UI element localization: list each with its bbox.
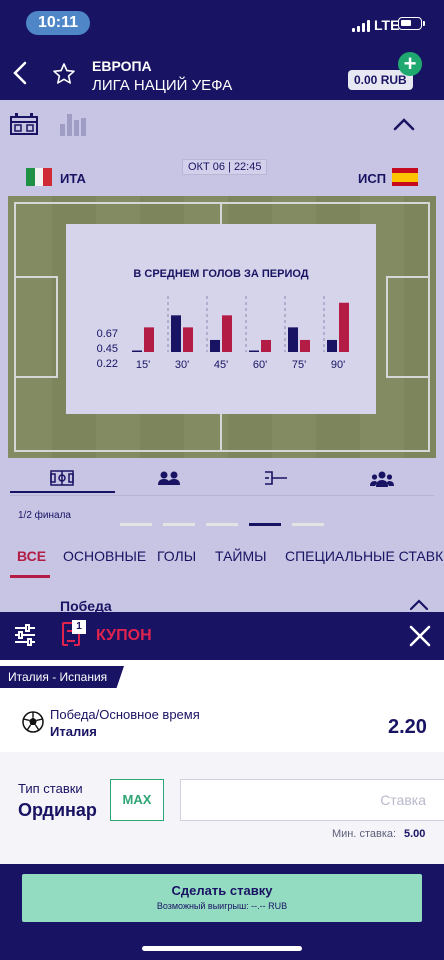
chart-bar xyxy=(288,327,298,352)
place-bet-label: Сделать ставку xyxy=(171,883,273,898)
max-stake-button[interactable]: MAX xyxy=(110,779,164,821)
bet-type-value[interactable]: Ординар xyxy=(18,800,97,821)
chart-bar xyxy=(261,339,271,352)
bet-outcome: Победа/Основное время xyxy=(50,707,200,722)
tab-halves[interactable]: ТАЙМЫ xyxy=(215,548,267,564)
x-tick-label: 30' xyxy=(174,359,190,371)
app-header: ЕВРОПА ЛИГА НАЦИЙ УЕФА 0.00 RUB + xyxy=(0,44,444,100)
chevron-up-icon[interactable] xyxy=(392,114,416,134)
bet-selection: Италия xyxy=(50,724,97,739)
coupon-header: 1 КУПОН xyxy=(0,612,444,660)
chart-bar xyxy=(222,315,232,352)
italy-flag-icon xyxy=(26,168,53,186)
home-team-name: ИТА xyxy=(60,171,86,186)
stake-input[interactable] xyxy=(180,779,444,821)
away-team-name: ИСП xyxy=(358,171,387,186)
team-lineup-icon[interactable] xyxy=(370,470,394,488)
goals-per-period-chart: В СРЕДНЕМ ГОЛОВ ЗА ПЕРИОД 0.67 0.45 0.22… xyxy=(66,224,376,414)
bet-odds: 2.20 xyxy=(388,716,427,738)
scoreboard-icon[interactable] xyxy=(10,112,38,136)
carousel-dot[interactable] xyxy=(249,523,281,526)
place-bet-button[interactable]: Сделать ставку Возможный выигрыш: --.-- … xyxy=(22,874,422,922)
carousel-dot[interactable] xyxy=(292,523,324,526)
tab-special-bets[interactable]: СПЕЦИАЛЬНЫЕ СТАВКИ xyxy=(285,548,444,564)
chevron-up-icon[interactable] xyxy=(408,598,430,612)
carousel-indicator[interactable] xyxy=(120,523,326,527)
market-category-tabs: ВСЕ ОСНОВНЫЕ ГОЛЫ ТАЙМЫ СПЕЦИАЛЬНЫЕ СТАВ… xyxy=(0,540,444,580)
soccer-ball-icon xyxy=(22,711,44,733)
divider xyxy=(10,495,434,496)
chart-bar xyxy=(144,327,154,352)
carousel-dot[interactable] xyxy=(206,523,238,526)
x-tick-label: 15' xyxy=(135,359,151,371)
bet-type-label: Тип ставки xyxy=(18,781,83,796)
settings-sliders-icon[interactable] xyxy=(14,624,36,646)
status-time: 10:11 xyxy=(26,11,90,35)
back-icon[interactable] xyxy=(10,60,32,86)
x-tick-label: 75' xyxy=(291,359,307,371)
view-switcher xyxy=(0,100,444,150)
pitch-icon[interactable] xyxy=(50,470,74,486)
tab-main[interactable]: ОСНОВНЫЕ xyxy=(63,548,146,564)
tab-goals[interactable]: ГОЛЫ xyxy=(157,548,196,564)
active-tab-indicator xyxy=(10,491,115,493)
deposit-plus-icon[interactable]: + xyxy=(398,52,422,76)
coupon-title[interactable]: КУПОН xyxy=(96,627,152,645)
chart-bar xyxy=(210,339,220,352)
home-indicator[interactable] xyxy=(142,946,302,951)
stake-panel: Тип ставки Ординар MAX Мин. ставка: 5.00 xyxy=(0,752,444,864)
region-label: ЕВРОПА xyxy=(92,58,152,74)
statistics-icon[interactable] xyxy=(58,108,88,138)
coupon-footer: Сделать ставку Возможный выигрыш: --.-- … xyxy=(0,864,444,960)
coupon-count-badge: 1 xyxy=(72,620,86,634)
x-tick-label: 60' xyxy=(252,359,268,371)
battery-icon xyxy=(398,17,425,30)
chart-plot xyxy=(132,296,349,352)
chart-bar xyxy=(132,350,142,352)
match-round: 1/2 финала xyxy=(18,510,71,521)
min-stake-label: Мин. ставка: xyxy=(332,828,397,840)
signal-icon xyxy=(352,20,372,32)
chart-bar xyxy=(339,302,349,352)
potential-win: Возможный выигрыш: --.-- RUB xyxy=(156,901,288,911)
chart-bar xyxy=(171,315,181,352)
match-content: ОКТ 06 | 22:45 ИТА ИСП В СРЕДНЕМ ГОЛОВ З… xyxy=(0,100,444,614)
chart-bar xyxy=(183,327,193,352)
x-tick-label: 45' xyxy=(213,359,229,371)
head-to-head-icon[interactable] xyxy=(157,470,181,486)
min-stake-value: 5.00 xyxy=(404,828,426,840)
chart-bar xyxy=(249,350,259,352)
chart-bar xyxy=(327,339,337,352)
match-date: ОКТ 06 | 22:45 xyxy=(182,159,268,175)
tab-all[interactable]: ВСЕ xyxy=(17,548,46,564)
carousel-dot[interactable] xyxy=(163,523,195,526)
close-icon[interactable] xyxy=(408,624,432,648)
league-title: ЛИГА НАЦИЙ УЕФА xyxy=(92,77,233,94)
favorite-star-icon[interactable] xyxy=(52,62,76,86)
carousel-dot[interactable] xyxy=(120,523,152,526)
bracket-icon[interactable] xyxy=(264,470,288,488)
network-type: LTE xyxy=(374,17,400,33)
chart-bar xyxy=(300,339,310,352)
x-tick-label: 90' xyxy=(330,359,346,371)
spain-flag-icon xyxy=(392,168,418,186)
coupon-match-label: Италия - Испания xyxy=(0,666,124,688)
active-category-indicator xyxy=(10,575,50,578)
status-bar: 10:11 LTE xyxy=(0,0,444,44)
